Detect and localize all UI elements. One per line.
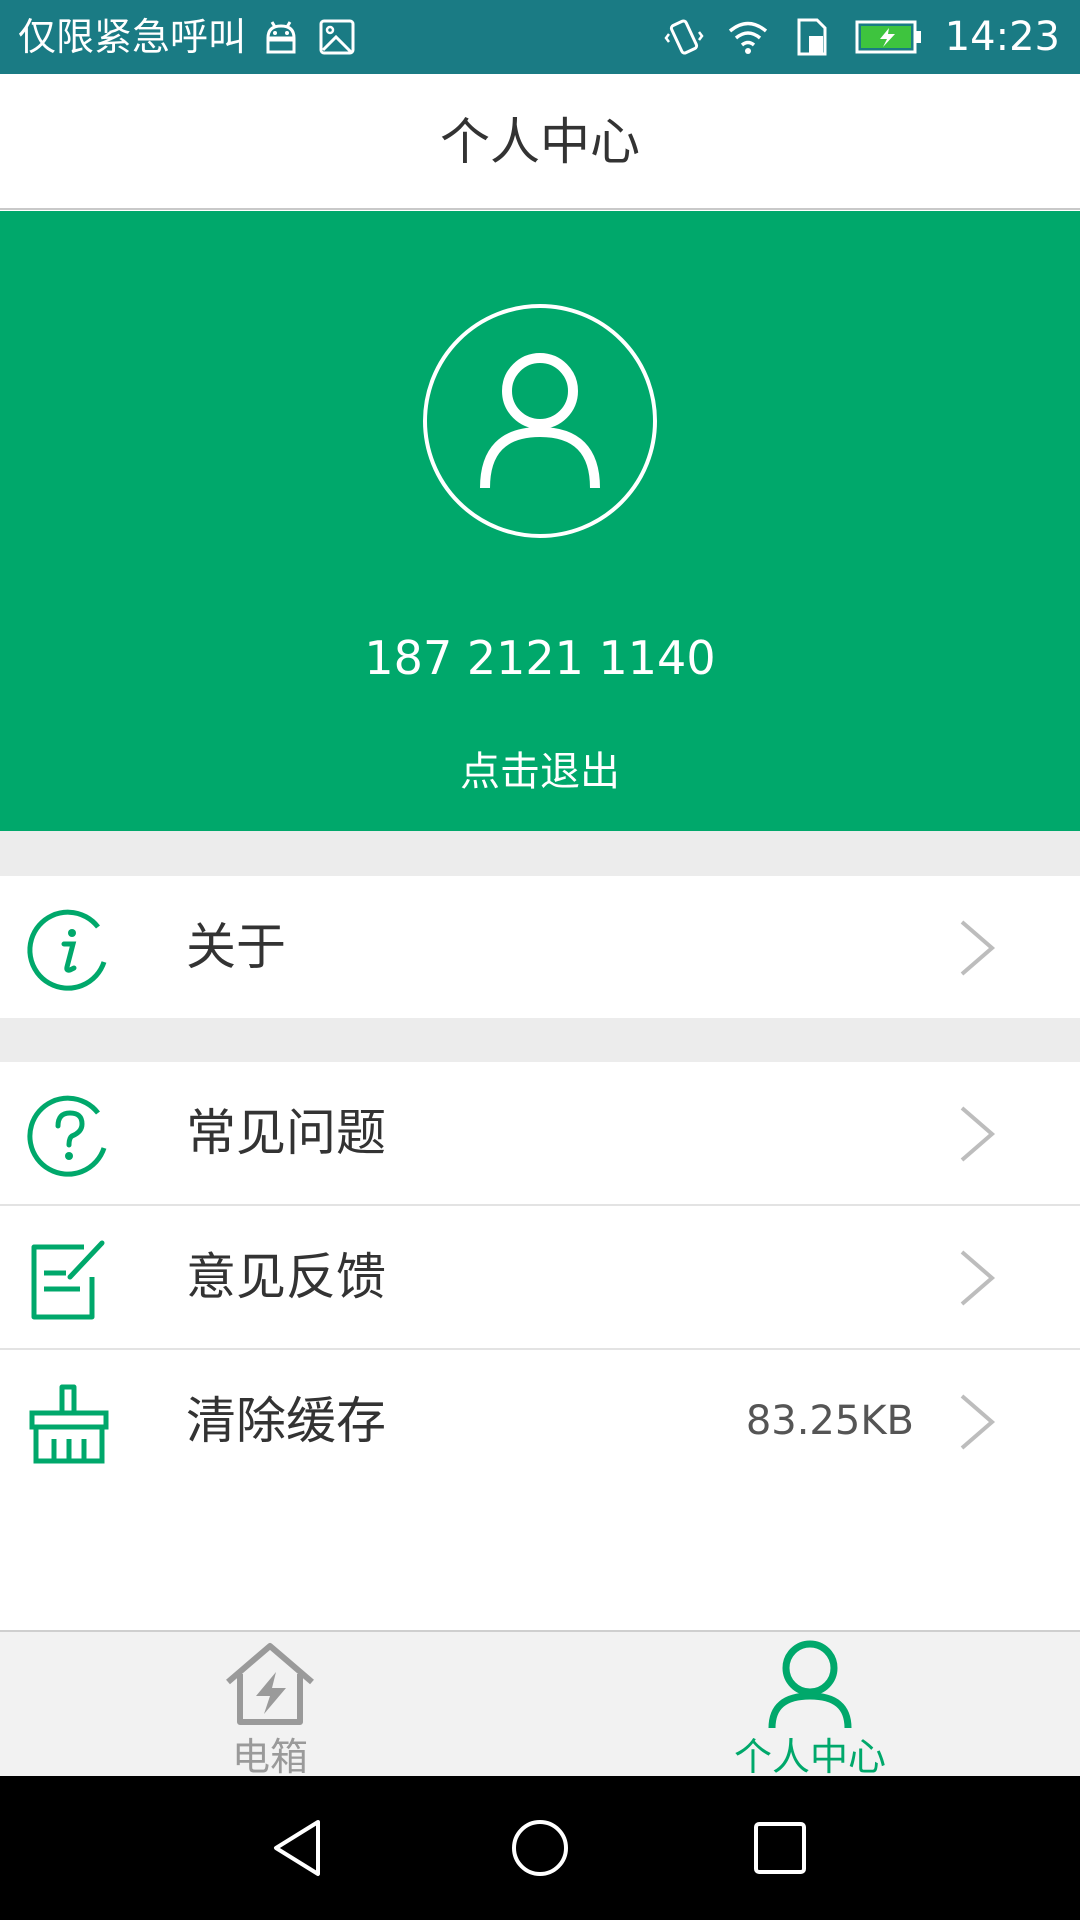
profile-panel: 187 2121 1140 点击退出 xyxy=(0,211,1080,831)
tab-label-power-box: 电箱 xyxy=(231,1735,308,1779)
chevron-right-icon xyxy=(960,1394,996,1450)
info-icon xyxy=(27,909,107,991)
system-nav-bar xyxy=(0,1776,1080,1920)
menu-label-clear-cache: 清除缓存 xyxy=(186,1392,386,1450)
power-house-icon xyxy=(226,1643,314,1725)
wifi-icon xyxy=(728,21,767,54)
logout-button[interactable]: 点击退出 xyxy=(0,739,1080,797)
back-icon[interactable] xyxy=(264,1812,336,1884)
tab-profile[interactable]: 个人中心 xyxy=(540,1632,1080,1779)
bottom-nav: 电箱 个人中心 xyxy=(0,1630,1080,1779)
broom-icon xyxy=(29,1384,109,1464)
tab-power-box[interactable]: 电箱 xyxy=(0,1632,540,1779)
android-icon xyxy=(266,21,296,54)
chevron-right-icon xyxy=(960,1250,996,1306)
image-icon xyxy=(319,19,355,55)
sim-icon xyxy=(797,18,827,56)
vibrate-icon xyxy=(664,19,704,55)
menu-label-faq: 常见问题 xyxy=(186,1104,386,1162)
status-bar: 仅限紧急呼叫 14:23 xyxy=(0,0,1080,74)
status-right: 14:23 xyxy=(663,0,1060,74)
user-avatar-icon xyxy=(480,353,600,489)
menu-item-faq[interactable]: 常见问题 xyxy=(0,1062,1080,1204)
section-gap xyxy=(0,1018,1080,1062)
chevron-right-icon xyxy=(960,1106,996,1162)
question-icon xyxy=(27,1095,107,1177)
page-title: 个人中心 xyxy=(440,113,640,171)
battery-charging-icon xyxy=(855,20,921,54)
person-icon xyxy=(768,1640,852,1729)
status-left: 仅限紧急呼叫 xyxy=(18,0,358,74)
cache-size: 83.25KB xyxy=(745,1398,914,1444)
recent-apps-icon[interactable] xyxy=(744,1812,816,1884)
home-icon[interactable] xyxy=(504,1812,576,1884)
edit-note-icon xyxy=(31,1240,105,1320)
carrier-text: 仅限紧急呼叫 xyxy=(18,15,247,59)
avatar[interactable] xyxy=(423,304,657,538)
phone-number: 187 2121 1140 xyxy=(364,631,716,685)
app-header: 个人中心 xyxy=(0,74,1080,210)
chevron-right-icon xyxy=(960,920,996,976)
menu-item-feedback[interactable]: 意见反馈 xyxy=(0,1206,1080,1348)
status-time: 14:23 xyxy=(944,14,1060,60)
section-gap xyxy=(0,831,1080,876)
menu-label-about: 关于 xyxy=(186,918,286,976)
menu-label-feedback: 意见反馈 xyxy=(186,1248,386,1306)
menu-item-about[interactable]: 关于 xyxy=(0,876,1080,1018)
menu-item-clear-cache[interactable]: 清除缓存 83.25KB xyxy=(0,1350,1080,1492)
tab-label-profile: 个人中心 xyxy=(733,1735,886,1779)
